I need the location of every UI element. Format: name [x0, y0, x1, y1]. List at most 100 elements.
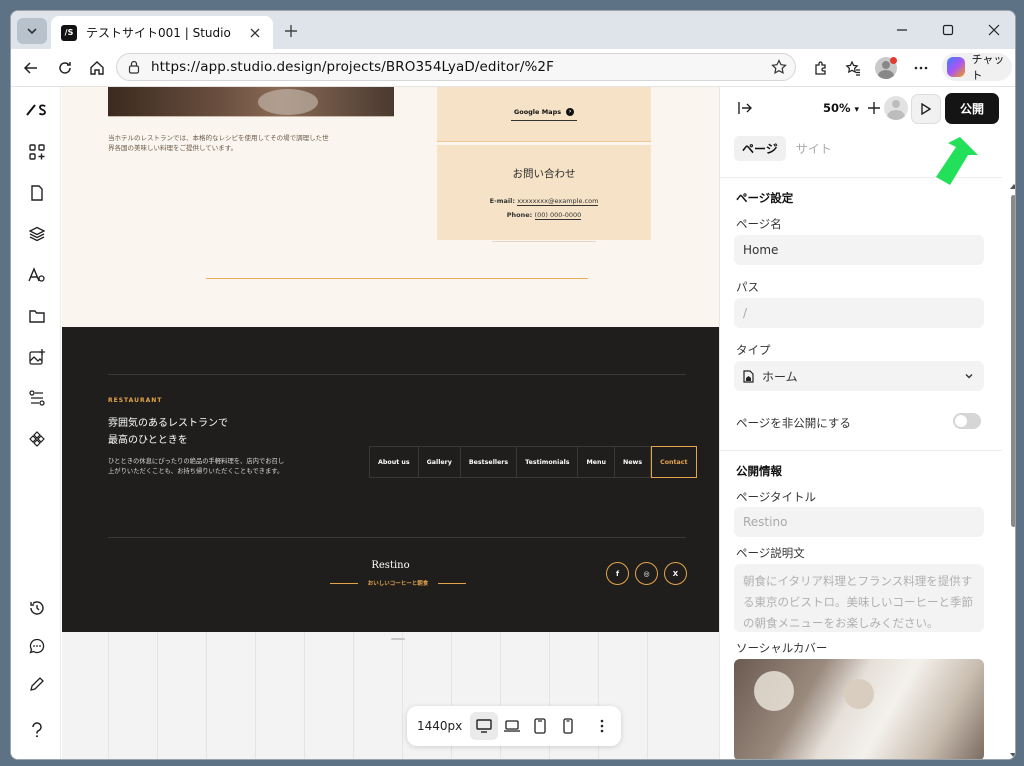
restaurant-photo[interactable]	[108, 87, 394, 117]
url-text: https://app.studio.design/projects/BRO35…	[151, 59, 554, 75]
invite-button[interactable]	[864, 95, 884, 121]
design-canvas[interactable]: 当ホテルのレストランでは、本格的なレシピを使用してその場で調理した世 界各国の美…	[62, 87, 719, 759]
google-maps-link[interactable]: Google Maps ›	[511, 103, 577, 121]
footer-nav-about[interactable]: About us	[370, 447, 419, 477]
add-element-icon[interactable]	[26, 141, 48, 163]
folder-icon[interactable]	[26, 305, 48, 327]
canvas-width-label[interactable]: 1440px	[417, 719, 462, 733]
zoom-chevron-down-icon: ▾	[854, 105, 860, 115]
chevron-down-icon	[965, 374, 973, 379]
cover-plate-1	[754, 671, 794, 711]
help-icon[interactable]	[26, 719, 48, 741]
footer-title[interactable]: 雰囲気のあるレストランで 最高のひとときを	[108, 415, 228, 449]
refresh-button[interactable]	[51, 55, 79, 81]
footer-tagline[interactable]: おいしいコーヒーと朝食	[330, 579, 466, 587]
history-icon[interactable]	[26, 597, 48, 619]
page-description-field[interactable]: 朝食にイタリア料理とフランス料理を提供する東京のビストロ。美味しいコーヒーと季節…	[734, 564, 984, 632]
zoom-value: 50%	[823, 101, 851, 115]
phone-label: Phone:	[506, 211, 535, 219]
panel-tabs: ページ サイト	[734, 136, 842, 161]
private-toggle[interactable]	[953, 413, 981, 429]
footer-description[interactable]: ひとときの休息にぴったりの絶品の手軽料理を、店内でお召し 上がりいただくことも、…	[108, 457, 328, 477]
copilot-chat-button[interactable]: チャット	[942, 53, 1012, 82]
path-field[interactable]: /	[734, 298, 984, 328]
grid-column-line	[157, 632, 158, 759]
device-more-icon[interactable]	[588, 712, 616, 740]
type-select[interactable]: ホーム	[734, 361, 984, 391]
zoom-level[interactable]: 50% ▾	[823, 101, 859, 115]
canvas-grid-area	[62, 632, 719, 759]
site-info-icon[interactable]	[127, 60, 141, 74]
chevron-down-icon	[27, 28, 37, 35]
browser-tab[interactable]: /S テストサイト001 | Studio	[51, 16, 273, 49]
user-avatar[interactable]	[884, 96, 908, 120]
scroll-down-icon	[1010, 753, 1015, 758]
play-icon	[921, 103, 931, 115]
favorites-button[interactable]	[839, 55, 867, 81]
plus-icon	[868, 102, 880, 114]
intro-text[interactable]: 当ホテルのレストランでは、本格的なレシピを使用してその場で調理した世 界各国の美…	[108, 133, 338, 153]
grid-column-line	[255, 632, 256, 759]
panel-scroll-thumb[interactable]	[1011, 195, 1015, 527]
properties-panel: 50% ▾ 公開 ページ サイト ページ設定 ページ名 Home パス / タイ…	[719, 87, 1015, 759]
facebook-icon[interactable]: f	[606, 562, 629, 585]
collapse-panel-icon[interactable]	[738, 101, 752, 115]
page-title-field[interactable]: Restino	[734, 507, 984, 537]
tab-site[interactable]: サイト	[788, 136, 840, 161]
favorite-star-icon[interactable]	[771, 59, 787, 75]
back-button[interactable]	[17, 55, 45, 81]
close-window-button[interactable]	[971, 11, 1015, 49]
page-section-info[interactable]: 当ホテルのレストランでは、本格的なレシピを使用してその場で調理した世 界各国の美…	[62, 87, 719, 327]
comment-icon[interactable]	[26, 635, 48, 657]
studio-favicon-icon: /S	[61, 24, 77, 41]
panel-topbar: 50% ▾ 公開	[720, 87, 1015, 131]
tab-page[interactable]: ページ	[734, 136, 786, 161]
contact-phone: Phone: (00) 000-0000	[437, 211, 651, 220]
image-add-icon[interactable]	[26, 346, 48, 368]
footer-nav-bestsellers[interactable]: Bestsellers	[461, 447, 518, 477]
footer-nav-gallery[interactable]: Gallery	[419, 447, 461, 477]
maximize-button[interactable]	[925, 11, 971, 49]
contact-box[interactable]: お問い合わせ E-mail: xxxxxxxx@example.com Phon…	[437, 145, 651, 242]
panel-scrollbar[interactable]	[1010, 183, 1015, 759]
divider	[720, 450, 1002, 451]
layers-icon[interactable]	[26, 223, 48, 245]
desktop-icon[interactable]	[470, 712, 499, 740]
social-cover-image[interactable]	[734, 659, 984, 759]
x-twitter-icon[interactable]: X	[664, 562, 687, 585]
tablet-icon[interactable]	[526, 712, 554, 740]
tab-actions-button[interactable]	[17, 18, 47, 44]
pages-icon[interactable]	[26, 182, 48, 204]
type-label: タイプ	[736, 343, 771, 357]
maximize-icon	[942, 24, 954, 36]
studio-logo-icon[interactable]	[26, 99, 48, 121]
page-footer[interactable]: RESTAURANT 雰囲気のあるレストランで 最高のひとときを ひとときの休息…	[62, 327, 719, 632]
page-name-field[interactable]: Home	[734, 235, 984, 265]
cms-icon[interactable]	[26, 387, 48, 409]
tab-close-button[interactable]	[247, 25, 263, 41]
contact-email: E-mail: xxxxxxxx@example.com	[437, 197, 651, 206]
minimize-button[interactable]	[879, 11, 925, 49]
footer-nav-testimonials[interactable]: Testimonials	[517, 447, 579, 477]
footer-divider-top	[108, 374, 686, 375]
typography-icon[interactable]	[26, 264, 48, 286]
pen-icon[interactable]	[26, 673, 48, 695]
publish-info-heading: 公開情報	[736, 464, 782, 478]
footer-label[interactable]: RESTAURANT	[108, 397, 162, 404]
page-resize-handle[interactable]	[391, 638, 405, 640]
preview-button[interactable]	[911, 94, 941, 124]
new-tab-button[interactable]	[279, 20, 303, 42]
home-button[interactable]	[83, 55, 111, 81]
components-icon[interactable]	[26, 428, 48, 450]
laptop-icon[interactable]	[498, 712, 526, 740]
map-box[interactable]: Google Maps ›	[437, 87, 651, 142]
footer-nav-news[interactable]: News	[615, 447, 652, 477]
footer-nav-menu[interactable]: Menu	[578, 447, 615, 477]
publish-button[interactable]: 公開	[945, 93, 999, 124]
instagram-icon[interactable]: ◎	[635, 562, 658, 585]
extensions-button[interactable]	[807, 55, 835, 81]
more-button[interactable]	[907, 55, 935, 81]
footer-nav-contact[interactable]: Contact	[651, 446, 697, 478]
mobile-icon[interactable]	[554, 712, 582, 740]
url-field[interactable]: https://app.studio.design/projects/BRO35…	[116, 53, 796, 81]
